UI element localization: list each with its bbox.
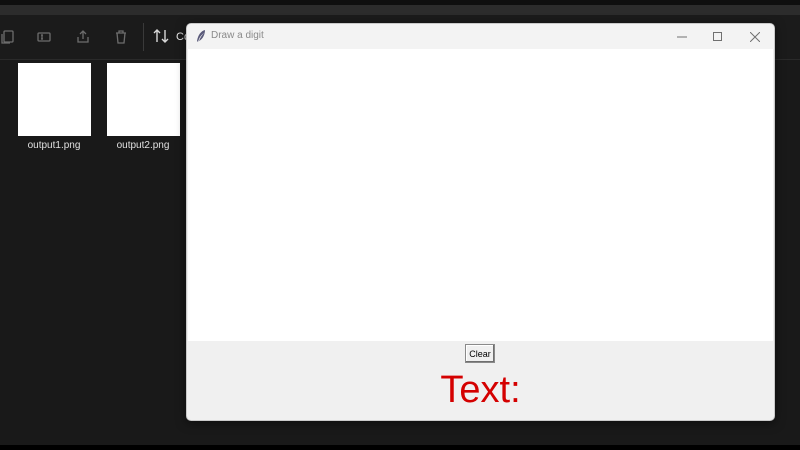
top-divider [0, 5, 800, 15]
toolbar-separator [143, 23, 144, 51]
maximize-button[interactable] [700, 24, 736, 49]
drawing-canvas[interactable] [188, 49, 773, 341]
close-button[interactable] [737, 24, 773, 49]
clear-button[interactable]: Clear [465, 344, 495, 363]
file-item[interactable]: output2.png [105, 63, 181, 151]
window-title: Draw a digit [211, 30, 264, 41]
share-icon[interactable] [72, 26, 94, 48]
close-icon [750, 31, 760, 42]
sort-icon[interactable] [152, 27, 172, 47]
copy-icon[interactable] [0, 26, 18, 48]
maximize-icon [713, 31, 722, 41]
file-name: output2.png [116, 140, 170, 151]
minimize-icon [677, 36, 687, 37]
window-titlebar[interactable]: Draw a digit [187, 24, 774, 49]
draw-digit-window: Draw a digit Clear Text: [186, 23, 775, 421]
bottom-strip [0, 445, 800, 450]
file-name: output1.png [27, 140, 81, 151]
minimize-button[interactable] [664, 24, 700, 49]
feather-icon [195, 29, 207, 43]
file-thumbnail[interactable] [106, 63, 180, 136]
file-item[interactable]: output1.png [16, 63, 92, 151]
delete-icon[interactable] [110, 26, 132, 48]
rename-icon[interactable] [33, 26, 55, 48]
prediction-text: Text: [440, 369, 521, 411]
file-thumbnail[interactable] [17, 63, 91, 136]
